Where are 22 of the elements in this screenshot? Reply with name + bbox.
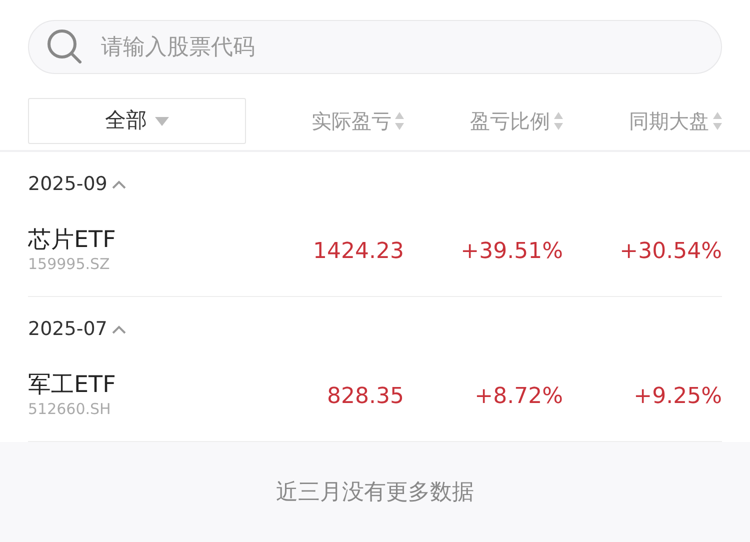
profit-value: 1424.23 xyxy=(312,238,404,266)
fund-code: 512660.SH xyxy=(28,400,112,420)
filter-dropdown[interactable]: 全部 xyxy=(28,98,246,144)
sort-icon xyxy=(713,112,722,130)
sort-column-header[interactable]: 同期大盘 xyxy=(563,106,722,136)
profit-ratio: +39.51% xyxy=(460,238,563,266)
sort-column-header[interactable]: 盈亏比例 xyxy=(404,106,564,136)
end-of-list-text: 近三月没有更多数据 xyxy=(276,478,474,506)
fund-name: 军工ETF xyxy=(28,372,117,400)
sort-icon xyxy=(395,112,404,130)
search-field[interactable]: 请输入股票代码 xyxy=(28,20,722,74)
market-change: +30.54% xyxy=(618,238,722,266)
profit-ratio: +8.72% xyxy=(474,382,563,410)
market-change: +9.25% xyxy=(632,382,722,410)
sort-icon xyxy=(554,112,564,130)
profit-value: 828.35 xyxy=(326,382,404,410)
caret-down-icon xyxy=(154,116,169,126)
sort-column-header[interactable]: 实际盈亏 xyxy=(246,106,404,136)
fund-name: 芯片ETF xyxy=(28,227,117,256)
fund-code: 159995.SZ xyxy=(28,255,111,275)
month-label: 2025-07 xyxy=(28,316,108,342)
month-label: 2025-09 xyxy=(28,172,108,197)
